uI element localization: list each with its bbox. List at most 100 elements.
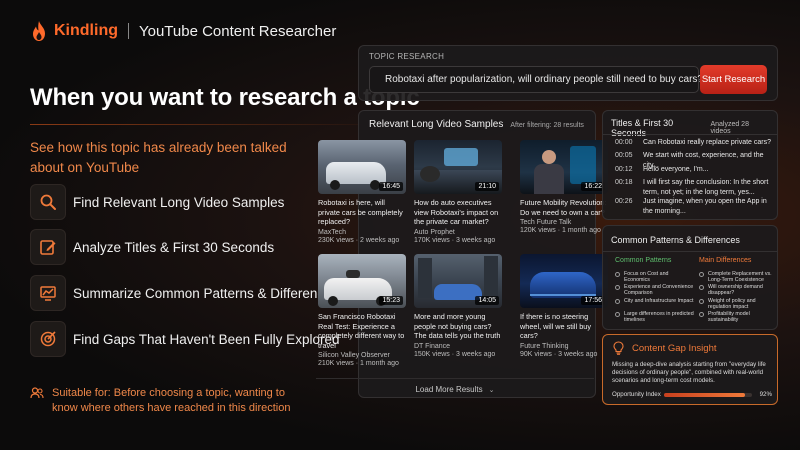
patterns-panel: Common Patterns & Differences Common Pat… [602,225,778,330]
video-card[interactable]: 21:10 How do auto executives view Robota… [414,140,502,244]
bullet-icon [699,271,704,277]
video-title[interactable]: Future Mobility Revolution: Do we need t… [520,198,608,217]
video-thumbnail[interactable]: 21:10 [414,140,502,194]
bullet-icon [699,311,704,317]
topic-research-label: TOPIC RESEARCH [369,52,445,61]
transcript-text: Can Robotaxi really replace private cars… [643,139,772,146]
load-more-button[interactable]: Load More Results ⌄ [316,378,594,400]
video-title[interactable]: How do auto executives view Robotaxi's i… [414,198,502,227]
video-channel[interactable]: Future Thinking [520,343,608,350]
transcript-text: Hello everyone, I'm... [643,166,709,173]
feature-label: Find Relevant Long Video Samples [73,194,285,210]
search-input[interactable]: Robotaxi after popularization, will ordi… [369,66,703,93]
video-thumbnail[interactable]: 16:45 [318,140,406,194]
video-card[interactable]: 16:22 Future Mobility Revolution: Do we … [520,140,608,234]
opportunity-index: Opportunity Index 92% [612,391,772,398]
video-stats: 150K views · 3 weeks ago [414,350,496,358]
bullet-icon [615,311,620,317]
opportunity-index-bar [663,392,752,397]
opportunity-index-value: 92% [759,391,772,398]
hero-subtitle: See how this topic has already been talk… [30,140,287,175]
bullet-icon [699,284,704,290]
video-thumbnail[interactable]: 17:56 [520,254,608,308]
bullet-icon [615,298,620,304]
users-icon [30,387,44,399]
common-pattern-item: City and Infrastructure Impact [615,298,695,304]
opportunity-index-label: Opportunity Index [612,391,661,398]
gap-text: Missing a deep-dive analysis starting fr… [612,361,766,384]
lightbulb-icon [613,341,624,355]
video-title[interactable]: Robotaxi is here, will private cars be c… [318,198,406,227]
titles-panel: Titles & First 30 Seconds Analyzed 28 vi… [602,110,778,220]
video-title[interactable]: San Francisco Robotaxi Real Test: Experi… [318,312,406,350]
feature-find-samples: Find Relevant Long Video Samples [30,184,284,220]
video-duration: 14:05 [475,296,499,305]
chevron-down-icon: ⌄ [488,386,495,394]
load-more-label: Load More Results [415,385,483,394]
video-thumbnail[interactable]: 16:22 [520,140,608,194]
video-duration: 21:10 [475,182,499,191]
video-stats: 210K views · 1 month ago [318,360,399,367]
start-research-button[interactable]: Start Research [700,65,767,94]
feature-summarize-patterns: Summarize Common Patterns & Differences [30,275,338,311]
video-stats: 90K views · 3 weeks ago [520,350,598,358]
brand-name: Kindling [54,22,118,39]
difference-text: Will ownership demand disappear? [708,284,763,297]
video-duration: 15:23 [379,296,403,305]
analyzed-count: Analyzed 28 videos [710,121,749,135]
transcript-timestamp: 00:18 [615,179,633,186]
feature-analyze-titles: Analyze Titles & First 30 Seconds [30,229,274,265]
edit-icon [30,229,66,265]
transcript-timestamp: 00:26 [615,198,633,205]
feature-find-gaps: Find Gaps That Haven't Been Fully Explor… [30,321,339,357]
difference-item: Complete Replacement vs. Long-Term Coexi… [699,271,775,283]
panel-divider [603,251,777,252]
video-samples-title: Relevant Long Video Samples [369,119,504,130]
opportunity-index-fill [663,392,745,397]
video-thumbnail[interactable]: 14:05 [414,254,502,308]
video-channel[interactable]: Silicon Valley Observer [318,352,406,359]
target-icon [30,321,66,357]
video-title[interactable]: More and more young people not buying ca… [414,312,502,341]
video-card[interactable]: 15:23 San Francisco Robotaxi Real Test: … [318,254,406,367]
common-pattern-item: Experience and Convenience Comparison [615,284,695,296]
video-channel[interactable]: DT Finance [414,343,502,350]
difference-item: Weight of policy and regulation impact [699,298,775,310]
video-title[interactable]: If there is no steering wheel, will we s… [520,312,608,341]
difference-item: Will ownership demand disappear? [699,284,775,296]
common-pattern-text: Large differences in predicted timelines [624,311,694,324]
transcript-text: I will first say the conclusion: In the … [643,179,769,196]
titles-title: Titles & First 30 Seconds [611,118,674,138]
video-channel[interactable]: MaxTech [318,229,406,236]
main-differences-label: Main Differences [699,257,752,264]
video-card[interactable]: 17:56 If there is no steering wheel, wil… [520,254,608,358]
flame-icon [33,21,45,41]
video-stats: 230K views · 2 weeks ago [318,236,400,244]
video-card[interactable]: 14:05 More and more young people not buy… [414,254,502,358]
video-thumbnail[interactable]: 15:23 [318,254,406,308]
bullet-icon [699,298,704,304]
transcript-row: 00:18 I will first say the conclusion: I… [615,178,771,197]
video-channel[interactable]: Auto Prophet [414,229,502,236]
chart-icon [30,275,66,311]
video-stats: 120K views · 1 month ago [520,227,601,234]
bullet-icon [615,271,620,277]
gap-title: Content Gap Insight [632,342,717,354]
search-value: Robotaxi after popularization, will ordi… [385,74,703,85]
app-name: YouTube Content Researcher [138,22,337,40]
common-pattern-text: City and Infrastructure Impact [624,298,694,304]
feature-label: Summarize Common Patterns & Differences [73,285,339,301]
video-duration: 16:45 [379,182,403,191]
topic-research-panel: TOPIC RESEARCH Robotaxi after populariza… [358,45,778,101]
video-channel[interactable]: Tech Future Talk [520,219,608,226]
filter-count: After filtering: 28 results [510,122,584,129]
bullet-icon [615,284,620,290]
video-card[interactable]: 16:45 Robotaxi is here, will private car… [318,140,406,244]
transcript-timestamp: 00:00 [615,139,633,146]
difference-text: Weight of policy and regulation impact [708,298,756,311]
common-patterns-label: Common Patterns [615,257,672,264]
suitable-note: Suitable for: Before choosing a topic, w… [30,386,312,416]
transcript-row: 00:12 Hello everyone, I'm... [615,165,771,175]
content-gap-panel: Content Gap Insight Missing a deep-dive … [602,334,778,405]
panel-divider [603,134,777,135]
